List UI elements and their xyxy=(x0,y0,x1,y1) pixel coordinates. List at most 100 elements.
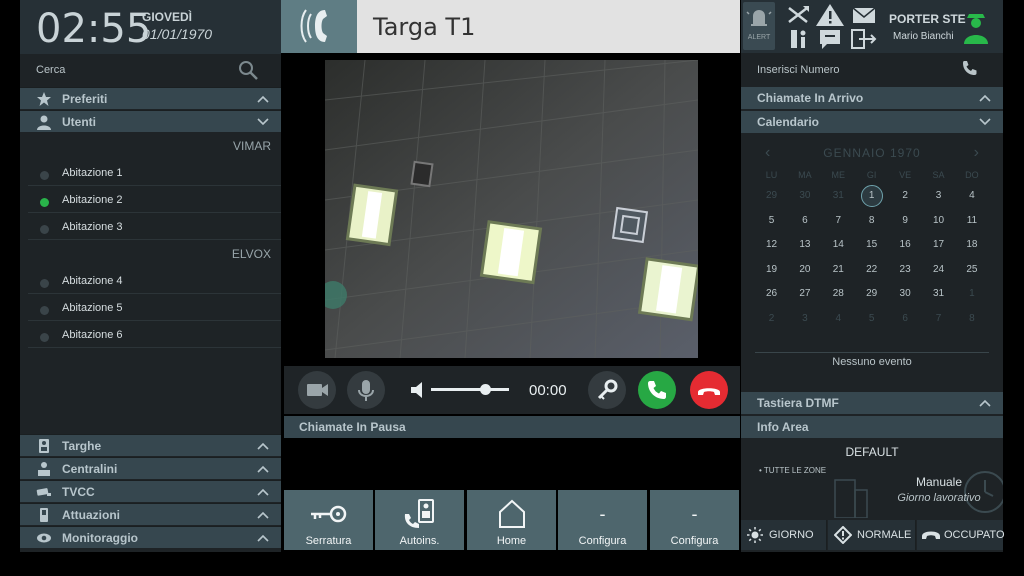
calendar-day[interactable]: 3 xyxy=(788,313,821,324)
clock-time: 02:55 xyxy=(36,6,152,52)
calendar-day[interactable]: 6 xyxy=(788,215,821,226)
search-icon[interactable] xyxy=(237,59,261,83)
calendar-day[interactable]: 16 xyxy=(889,239,922,250)
exit-icon[interactable] xyxy=(847,26,881,52)
mail-icon[interactable] xyxy=(847,2,881,28)
door-open-button[interactable] xyxy=(588,371,626,409)
answer-call-button[interactable] xyxy=(638,371,676,409)
alert-button[interactable]: ALERT xyxy=(743,2,775,50)
section-targhe[interactable]: Targhe xyxy=(20,434,281,456)
paused-calls-header[interactable]: Chiamate In Pausa xyxy=(284,416,740,438)
dial-number-placeholder: Inserisci Numero xyxy=(757,64,840,76)
mode-normale-button[interactable]: NORMALE xyxy=(828,520,916,550)
top-toolbar: ALERT PORTER STE Mario Bianchi xyxy=(741,0,1003,53)
mode-occupato-button[interactable]: OCCUPATO xyxy=(917,520,1005,550)
calendar-day[interactable]: 1 xyxy=(955,288,988,299)
calendar-month-year: GENNAIO 1970 xyxy=(755,146,989,160)
list-item-label: Abitazione 2 xyxy=(62,194,123,206)
calendar-day[interactable]: 15 xyxy=(855,239,888,250)
calendar-day[interactable]: 20 xyxy=(788,264,821,275)
phone-icon[interactable] xyxy=(961,59,979,77)
calendar-day[interactable]: 3 xyxy=(922,190,955,201)
calendar-day[interactable]: 26 xyxy=(755,288,788,299)
list-item[interactable]: Abitazione 3 xyxy=(28,214,281,240)
mic-toggle-button[interactable] xyxy=(347,371,385,409)
video-toggle-button[interactable] xyxy=(298,371,336,409)
calendar-day[interactable]: 11 xyxy=(955,215,988,226)
calendar-day[interactable]: 12 xyxy=(755,239,788,250)
calendar-day[interactable]: 22 xyxy=(855,264,888,275)
door-person-icon[interactable] xyxy=(781,26,815,52)
calendar-day[interactable]: 17 xyxy=(922,239,955,250)
dtmf-label: Tastiera DTMF xyxy=(757,396,839,410)
configure-button-1[interactable]: - Configura xyxy=(558,490,647,550)
calendar-day[interactable]: 4 xyxy=(822,313,855,324)
autoinsert-button[interactable]: Autoins. xyxy=(375,490,464,550)
mode-giorno-button[interactable]: GIORNO xyxy=(741,520,827,550)
user-icon xyxy=(37,115,51,130)
configure-symbol: - xyxy=(691,504,698,524)
calendar-day[interactable]: 23 xyxy=(889,264,922,275)
calendar-day[interactable]: 18 xyxy=(955,239,988,250)
dtmf-header[interactable]: Tastiera DTMF xyxy=(741,392,1003,414)
section-centralini[interactable]: Centralini xyxy=(20,457,281,479)
calendar-day[interactable]: 14 xyxy=(822,239,855,250)
calendar-day[interactable]: 8 xyxy=(955,313,988,324)
calendar-day[interactable]: 7 xyxy=(822,215,855,226)
calendar-day[interactable]: 19 xyxy=(755,264,788,275)
calendar-day[interactable]: 2 xyxy=(889,190,922,201)
section-preferiti[interactable]: Preferiti xyxy=(20,87,281,109)
list-item[interactable]: Abitazione 5 xyxy=(28,295,281,321)
calendar-day[interactable]: 21 xyxy=(822,264,855,275)
list-item[interactable]: Abitazione 2 xyxy=(28,187,281,213)
no-events-message: Nessuno evento xyxy=(755,352,989,386)
chat-icon[interactable] xyxy=(813,26,847,52)
lock-button[interactable]: Serratura xyxy=(284,490,373,550)
warning-icon[interactable] xyxy=(813,2,847,28)
transfer-icon[interactable] xyxy=(781,2,815,28)
volume-slider[interactable] xyxy=(431,384,509,395)
calendar-weekday: GI xyxy=(866,170,877,180)
calendar-day[interactable]: 29 xyxy=(755,190,788,201)
section-tvcc[interactable]: TVCC xyxy=(20,480,281,502)
phone-answer-icon xyxy=(648,381,666,399)
list-item-label: Abitazione 3 xyxy=(62,221,123,233)
calendar-day[interactable]: 9 xyxy=(889,215,922,226)
calendar-day[interactable]: 25 xyxy=(955,264,988,275)
calendar-day[interactable]: 13 xyxy=(788,239,821,250)
calendar-day[interactable]: 4 xyxy=(955,190,988,201)
calendar-day[interactable]: 31 xyxy=(822,190,855,201)
info-area-header[interactable]: Info Area xyxy=(741,416,1003,438)
volume-thumb[interactable] xyxy=(480,384,492,395)
section-attuazioni[interactable]: Attuazioni xyxy=(20,503,281,525)
calendar-day-selected[interactable]: 1 xyxy=(855,185,888,207)
section-monitoraggio[interactable]: Monitoraggio xyxy=(20,526,281,548)
list-item[interactable]: Abitazione 4 xyxy=(28,268,281,294)
calendar-day[interactable]: 27 xyxy=(788,288,821,299)
calendar-day[interactable]: 5 xyxy=(755,215,788,226)
list-item[interactable]: Abitazione 6 xyxy=(28,322,281,348)
list-item[interactable]: Abitazione 1 xyxy=(28,160,281,186)
calendar-day[interactable]: 30 xyxy=(889,288,922,299)
configure-button-2[interactable]: - Configura xyxy=(650,490,739,550)
calendar-day[interactable]: 28 xyxy=(822,288,855,299)
calendar-day[interactable]: 6 xyxy=(889,313,922,324)
calendar-day[interactable]: 29 xyxy=(855,288,888,299)
dial-number-field[interactable]: Inserisci Numero xyxy=(741,56,1003,84)
section-utenti[interactable]: Utenti xyxy=(20,110,281,132)
calendar-day[interactable]: 30 xyxy=(788,190,821,201)
calendar-day[interactable]: 2 xyxy=(755,313,788,324)
calendar-header[interactable]: Calendario xyxy=(741,111,1003,133)
next-month-button[interactable]: › xyxy=(974,144,979,162)
calendar-day[interactable]: 10 xyxy=(922,215,955,226)
home-button[interactable]: Home xyxy=(467,490,556,550)
search-field[interactable]: Cerca xyxy=(20,56,281,86)
calendar-day[interactable]: 5 xyxy=(855,313,888,324)
hangup-call-button[interactable] xyxy=(690,371,728,409)
chevron-up-icon xyxy=(257,442,269,450)
incoming-calls-header[interactable]: Chiamate In Arrivo xyxy=(741,87,1003,109)
calendar-day[interactable]: 24 xyxy=(922,264,955,275)
calendar-day[interactable]: 8 xyxy=(855,215,888,226)
calendar-day[interactable]: 31 xyxy=(922,288,955,299)
calendar-day[interactable]: 7 xyxy=(922,313,955,324)
